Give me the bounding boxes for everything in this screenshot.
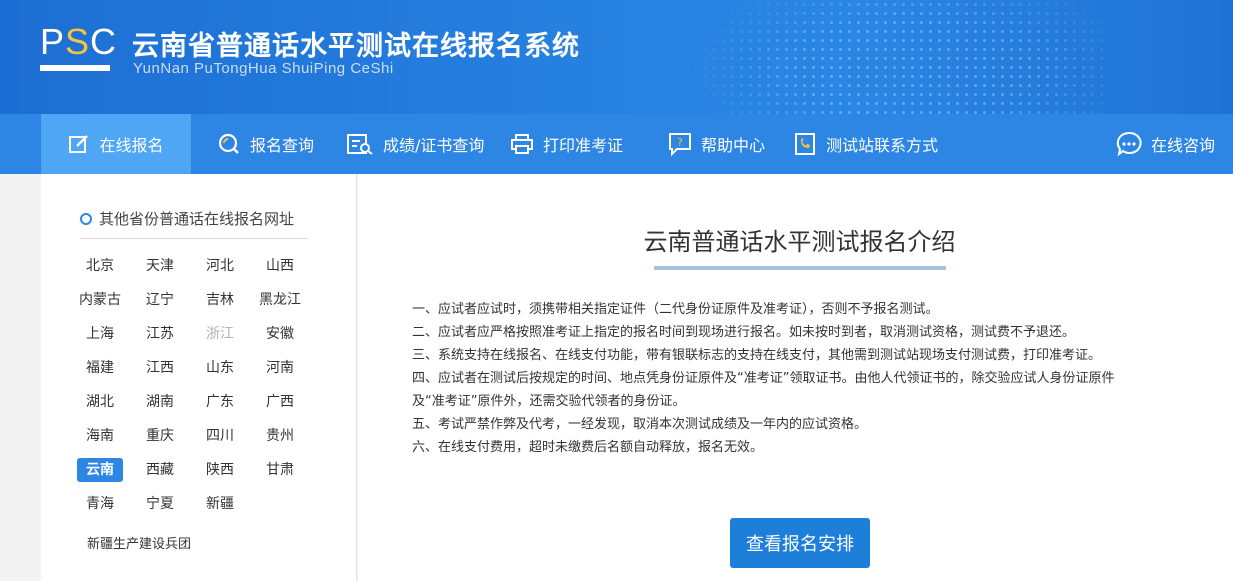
rule-item: 三、系统支持在线报名、在线支付功能，带有银联标志的支持在线支付，其他需到测试站现… [412,348,1102,363]
certificate-search-icon [347,134,373,155]
province-link[interactable]: 湖南 [137,390,183,414]
nav-label: 成绩/证书查询 [383,136,485,155]
province-link[interactable]: 河南 [257,356,303,380]
view-registration-schedule-button[interactable]: 查看报名安排 [730,518,870,568]
help-icon: ? [669,133,691,156]
province-link[interactable]: 湖北 [77,390,123,414]
province-link[interactable]: 北京 [77,254,123,278]
province-link-bingtuan[interactable]: 新疆生产建设兵团 [87,533,191,552]
main-nav: 在线报名 报名查询 成绩/证书查询 打印准考证 ? 帮助中心 测试站联系方式 在… [0,114,1233,174]
province-link[interactable]: 广西 [257,390,303,414]
rule-item: 五、考试严禁作弊及代考，一经发现，取消本次测试成绩及一年内的应试资格。 [412,417,868,432]
province-link[interactable]: 重庆 [137,424,183,448]
nav-label: 打印准考证 [543,136,624,155]
psc-logo[interactable]: PSC [40,22,116,78]
province-link[interactable]: 陕西 [197,458,243,482]
nav-label: 测试站联系方式 [826,136,939,155]
province-link[interactable]: 上海 [77,322,123,346]
nav-online-consult[interactable]: 在线咨询 [1116,114,1215,174]
nav-label: 在线咨询 [1151,136,1216,155]
province-link[interactable]: 甘肃 [257,458,303,482]
rule-item: 二、应试者应严格按照准考证上指定的报名时间到现场进行报名。如未按时到者，取消测试… [412,325,1076,340]
nav-test-station-contacts[interactable]: 测试站联系方式 [793,114,938,174]
province-link[interactable]: 内蒙古 [77,288,123,312]
printer-icon [511,134,533,154]
province-link[interactable]: 山东 [197,356,243,380]
title-underline [654,266,946,270]
nav-label: 帮助中心 [701,136,766,155]
rule-item: 及“准考证”原件外，还需交验代领者的身份证。 [412,394,686,409]
province-link[interactable]: 黑龙江 [257,288,303,312]
sidebar: 其他省份普通话在线报名网址 北京 天津 河北 山西内蒙古 辽宁 吉林 黑龙江上海 江苏 浙江 安徽… [41,174,357,581]
rule-item: 一、应试者应试时，须携带相关指定证件（二代身份证原件及准考证），否则不予报名测试… [412,302,939,317]
nav-online-registration[interactable]: 在线报名 [41,114,191,174]
province-link[interactable]: 江苏 [137,322,183,346]
province-link[interactable]: 海南 [77,424,123,448]
site-title: 云南省普通话水平测试在线报名系统 [132,31,580,62]
province-link[interactable]: 吉林 [197,288,243,312]
province-link[interactable]: 浙江 [197,322,243,346]
nav-label: 在线报名 [99,136,164,155]
nav-print-admission-ticket[interactable]: 打印准考证 [510,114,623,174]
svg-text:?: ? [677,136,683,149]
province-link[interactable]: 安徽 [257,322,303,346]
phone-book-icon [795,133,815,155]
nav-label: 报名查询 [250,136,315,155]
nav-registration-query[interactable]: 报名查询 [217,114,314,174]
search-icon [218,133,239,154]
province-link[interactable]: 青海 [77,492,123,516]
main-content: 云南普通话水平测试报名介绍 一、应试者应试时，须携带相关指定证件（二代身份证原件… [358,174,1233,581]
rule-item: 四、应试者在测试后按规定的时间、地点凭身份证原件及“准考证”领取证书。由他人代领… [412,371,1115,386]
rule-item: 六、在线支付费用，超时未缴费后名额自动释放，报名无效。 [412,440,764,455]
province-link[interactable]: 福建 [77,356,123,380]
site-subtitle: YunNan PuTongHua ShuiPing CeShi [133,60,394,77]
chat-icon [1116,131,1142,157]
province-link[interactable]: 天津 [137,254,183,278]
nav-score-certificate-query[interactable]: 成绩/证书查询 [346,114,484,174]
circle-icon [80,212,92,225]
province-link[interactable]: 贵州 [257,424,303,448]
province-link[interactable]: 江西 [137,356,183,380]
province-link[interactable]: 宁夏 [137,492,183,516]
sidebar-title-text: 其他省份普通话在线报名网址 [99,210,295,228]
header: PSC 云南省普通话水平测试在线报名系统 YunNan PuTongHua Sh… [0,0,1233,114]
province-link[interactable]: 辽宁 [137,288,183,312]
province-link[interactable]: 山西 [257,254,303,278]
rules-list: 一、应试者应试时，须携带相关指定证件（二代身份证原件及准考证），否则不予报名测试… [412,298,1192,459]
province-link[interactable]: 河北 [197,254,243,278]
world-map-decoration [683,0,1103,114]
nav-help-center[interactable]: ? 帮助中心 [668,114,765,174]
sidebar-title: 其他省份普通话在线报名网址 [80,208,294,229]
page-title: 云南普通话水平测试报名介绍 [643,228,956,256]
sidebar-divider [80,238,308,239]
edit-icon [69,135,89,153]
province-link[interactable]: 西藏 [137,458,183,482]
province-link[interactable]: 四川 [197,424,243,448]
logo-text: PSC [40,21,118,62]
logo-underline [40,65,110,71]
province-link[interactable]: 新疆 [197,492,243,516]
province-link[interactable]: 云南 [77,458,123,482]
province-link[interactable]: 广东 [197,390,243,414]
